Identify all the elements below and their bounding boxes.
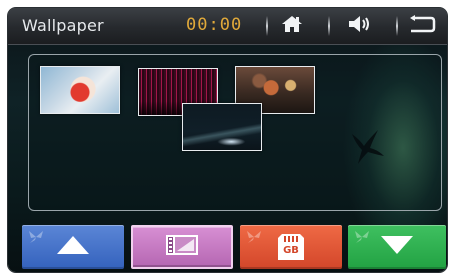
up-arrow-icon	[56, 235, 90, 259]
butterfly-icon	[29, 231, 43, 243]
volume-button[interactable]	[344, 12, 376, 40]
header-divider	[328, 16, 330, 36]
title-bar: Wallpaper 00:00	[8, 8, 447, 45]
home-button[interactable]	[276, 12, 308, 40]
butterfly-icon	[247, 231, 261, 243]
clock-display: 00:00	[186, 15, 243, 35]
back-button[interactable]	[406, 12, 438, 40]
scroll-up-button[interactable]	[22, 225, 124, 269]
sd-card-label: GB	[283, 245, 299, 256]
page-title: Wallpaper	[22, 16, 104, 35]
scroll-down-button[interactable]	[348, 225, 446, 269]
video-icon	[164, 233, 200, 261]
video-button[interactable]	[131, 225, 233, 269]
header-divider	[266, 16, 268, 36]
volume-icon	[347, 15, 373, 37]
header-divider	[396, 16, 398, 36]
wallpaper-thumbnail-4[interactable]	[182, 103, 262, 151]
down-arrow-icon	[380, 235, 414, 259]
back-icon	[408, 15, 436, 37]
wallpaper-thumbnail-1[interactable]	[40, 66, 120, 114]
butterfly-icon	[355, 231, 369, 243]
sd-card-icon: GB	[276, 232, 306, 262]
home-icon	[281, 14, 303, 38]
sd-card-button[interactable]: GB	[240, 225, 342, 269]
